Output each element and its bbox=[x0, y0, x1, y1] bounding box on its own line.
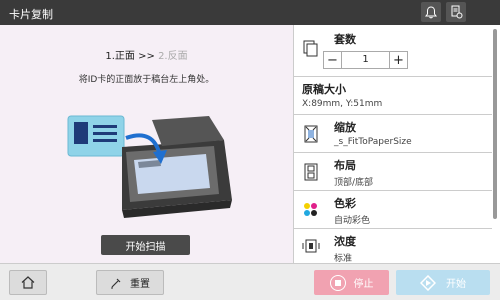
copies-stepper: − 1 + bbox=[323, 51, 408, 69]
reset-button[interactable]: 重置 bbox=[96, 270, 164, 295]
layout-value: 顶部/底部 bbox=[334, 178, 374, 188]
window-title: 卡片复制 bbox=[9, 8, 53, 21]
copies-setting: 套数 − 1 + bbox=[294, 25, 492, 77]
start-icon bbox=[420, 274, 436, 291]
layout-icon bbox=[304, 163, 318, 181]
device-status-button[interactable] bbox=[446, 2, 466, 22]
step-separator: >> bbox=[138, 51, 155, 62]
layout-setting[interactable]: 布局 顶部/底部 bbox=[294, 153, 492, 191]
start-scan-button[interactable]: 开始扫描 bbox=[101, 235, 190, 255]
notification-button[interactable] bbox=[421, 2, 441, 22]
settings-panel: 套数 − 1 + 原稿大小 X:89mm, Y:51mm 缩放 _s_FitTo… bbox=[293, 25, 500, 264]
home-button[interactable] bbox=[9, 270, 47, 295]
color-label: 色彩 bbox=[334, 197, 356, 210]
step-front: 1.正面 bbox=[105, 51, 135, 62]
card-placement-illustration bbox=[67, 115, 232, 218]
start-button[interactable]: 开始 bbox=[396, 270, 490, 295]
original-size-label: 原稿大小 bbox=[302, 83, 346, 96]
copies-label: 套数 bbox=[334, 33, 356, 46]
start-label: 开始 bbox=[446, 279, 466, 290]
reset-label: 重置 bbox=[130, 279, 150, 290]
instruction-text: 将ID卡的正面放于稿台左上角处。 bbox=[78, 75, 215, 85]
bottom-bar: 重置 停止 开始 bbox=[0, 263, 500, 300]
color-setting[interactable]: 色彩 自动彩色 bbox=[294, 191, 492, 229]
color-icon bbox=[304, 203, 317, 216]
stop-button[interactable]: 停止 bbox=[314, 270, 389, 295]
guide-panel: 1.正面 >> 2.反面 将ID卡的正面放于稿台左上角处。 开始扫描 bbox=[0, 25, 293, 263]
original-size-value: X:89mm, Y:51mm bbox=[302, 99, 383, 109]
zoom-setting[interactable]: 缩放 _s_FitToPaperSize bbox=[294, 115, 492, 153]
settings-scrollbar[interactable] bbox=[493, 29, 497, 219]
zoom-value: _s_FitToPaperSize bbox=[334, 137, 412, 147]
home-icon bbox=[21, 276, 35, 289]
stop-label: 停止 bbox=[353, 279, 374, 290]
density-label: 浓度 bbox=[334, 235, 356, 248]
step-back: 2.反面 bbox=[158, 51, 188, 62]
zoom-label: 缩放 bbox=[334, 121, 356, 134]
layout-label: 布局 bbox=[334, 159, 356, 172]
reset-icon bbox=[111, 278, 121, 288]
step-indicator: 1.正面 >> 2.反面 bbox=[0, 47, 293, 62]
bell-icon bbox=[425, 5, 437, 18]
device-status-icon bbox=[451, 5, 462, 19]
density-icon bbox=[302, 239, 320, 253]
decrement-button[interactable]: − bbox=[324, 52, 342, 68]
copies-icon bbox=[303, 40, 318, 57]
copies-value[interactable]: 1 bbox=[342, 54, 389, 65]
original-size-setting[interactable]: 原稿大小 X:89mm, Y:51mm bbox=[294, 77, 492, 115]
stop-icon bbox=[329, 274, 346, 291]
zoom-icon bbox=[304, 125, 318, 143]
density-setting[interactable]: 浓度 标准 bbox=[294, 229, 492, 264]
title-bar: 卡片复制 bbox=[0, 0, 500, 25]
color-value: 自动彩色 bbox=[334, 216, 371, 226]
increment-button[interactable]: + bbox=[389, 52, 407, 68]
